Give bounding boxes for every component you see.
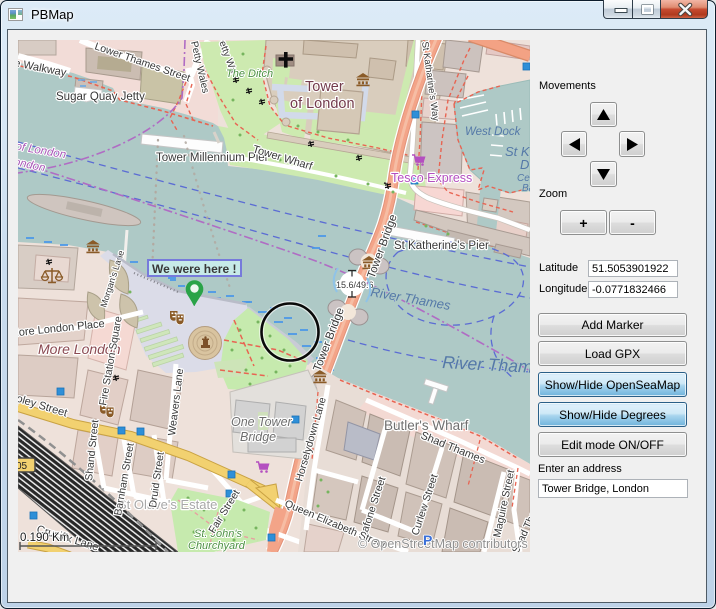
svg-text:Ba: Ba (522, 183, 530, 194)
svg-text:Churchyard: Churchyard (188, 540, 246, 552)
svg-text:St Katherine's Pier: St Katherine's Pier (394, 240, 489, 252)
svg-text:Sugar Quay Jetty: Sugar Quay Jetty (56, 91, 145, 103)
svg-text:West Dock: West Dock (465, 126, 522, 138)
svg-text:P: P (423, 532, 432, 548)
svg-text:0.190 Km: 0.190 Km (20, 532, 69, 544)
svg-text:Tesco Express: Tesco Express (391, 171, 472, 185)
svg-text:One Tower: One Tower (231, 415, 293, 429)
svg-text:D: D (520, 157, 529, 172)
svg-text:© OpenStreetMap contributors: © OpenStreetMap contributors (358, 537, 528, 551)
svg-text:Bridge: Bridge (240, 430, 276, 444)
svg-text:of London: of London (290, 96, 355, 112)
svg-text:We were here !: We were here ! (152, 262, 236, 276)
svg-text:St Olave's Estate: St Olave's Estate (118, 497, 217, 512)
svg-text:05: 05 (18, 461, 28, 472)
svg-text:Tower: Tower (305, 79, 344, 95)
svg-text:The Ditch: The Ditch (226, 68, 273, 80)
